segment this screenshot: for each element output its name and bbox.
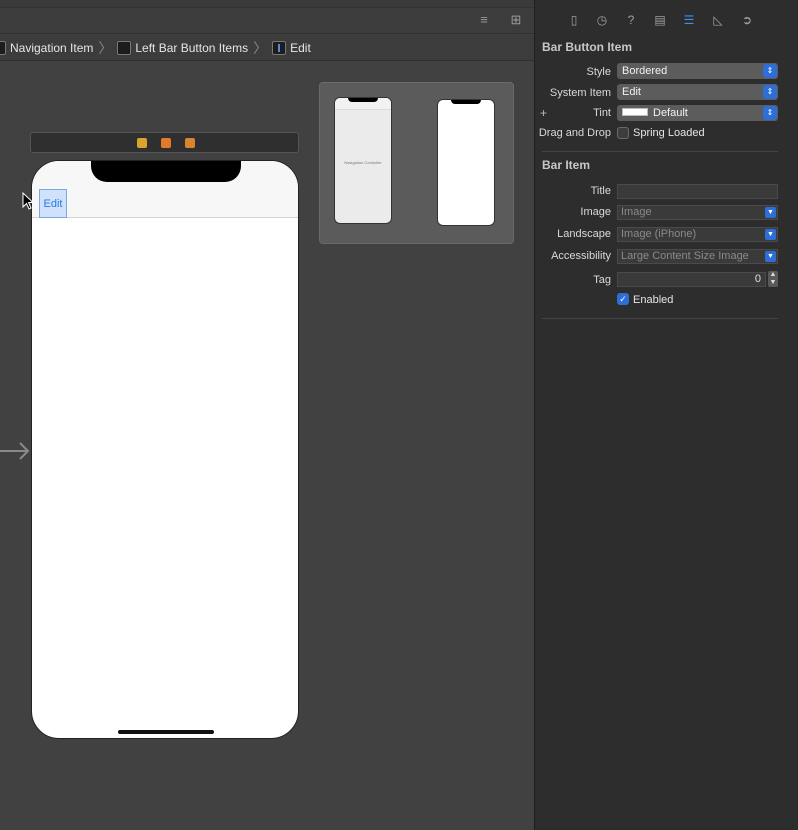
- breadcrumb-separator: 〉: [253, 39, 268, 56]
- exit-icon[interactable]: [185, 138, 195, 148]
- chevron-updown-icon: ⇕: [763, 85, 777, 99]
- title-field[interactable]: [617, 184, 778, 199]
- drag-drop-label: Drag and Drop: [538, 127, 611, 139]
- minimap-notch: [451, 100, 481, 104]
- system-item-label: System Item: [549, 87, 611, 99]
- file-icon[interactable]: ▯: [566, 12, 582, 28]
- breadcrumb-label: Left Bar Button Items: [135, 40, 249, 55]
- attributes-icon[interactable]: ☰: [681, 12, 697, 28]
- section-divider: [542, 318, 778, 319]
- chevron-updown-icon: ⇕: [763, 64, 777, 78]
- spring-loaded-label: Spring Loaded: [633, 127, 705, 139]
- enabled-label: Enabled: [633, 294, 674, 306]
- scene-icon: [0, 40, 6, 55]
- editor-toolbar: ≡ ⊞: [0, 8, 534, 34]
- enabled-checkbox[interactable]: ✓: [617, 293, 629, 305]
- chevron-down-icon: ▼: [765, 229, 776, 240]
- accessibility-combo[interactable]: Large Content Size Image ▼: [617, 249, 778, 264]
- add-variation-icon[interactable]: +: [540, 106, 547, 120]
- scene-dock: [30, 132, 299, 153]
- breadcrumb-label: Navigation Item: [10, 40, 94, 55]
- tint-value: Default: [653, 107, 688, 119]
- jump-bar: Navigation Item 〉 Left Bar Button Items …: [0, 35, 534, 61]
- initial-scene-arrow-icon: [0, 442, 30, 460]
- help-icon[interactable]: ?: [623, 12, 639, 28]
- section-divider: [542, 151, 778, 152]
- minimap-notch: [348, 98, 378, 102]
- accessibility-label: Accessibility: [551, 250, 611, 262]
- accessibility-placeholder: Large Content Size Image: [621, 250, 749, 262]
- style-value: Bordered: [622, 65, 668, 77]
- attributes-inspector: ▯ ◷ ? ▤ ☰ ◺ ➲ Bar Button Item Style Bord…: [534, 0, 798, 830]
- title-label: Title: [590, 185, 611, 197]
- breadcrumb-left-bar-button-items[interactable]: Left Bar Button Items: [117, 40, 249, 55]
- bar-button-icon: [272, 40, 287, 55]
- minimap-navigation-controller[interactable]: Navigation Controller: [334, 97, 392, 224]
- chevron-updown-icon: ⇕: [763, 106, 777, 120]
- top-strip: [0, 0, 534, 8]
- spring-loaded-checkbox[interactable]: [617, 127, 629, 139]
- identity-icon[interactable]: ▤: [652, 12, 668, 28]
- storyboard-canvas[interactable]: ≡ ⊞ Navigation Item 〉 Left Bar Button It…: [0, 0, 534, 830]
- image-label: Image: [580, 206, 611, 218]
- chevron-down-icon: ▼: [765, 251, 776, 262]
- tint-label: Tint: [593, 107, 611, 119]
- tint-popup[interactable]: Default ⇕: [617, 105, 778, 121]
- view-controller-icon[interactable]: [137, 138, 147, 148]
- xcode-window: ≡ ⊞ Navigation Item 〉 Left Bar Button It…: [0, 0, 798, 830]
- add-editor-icon[interactable]: ⊞: [507, 13, 525, 27]
- inspector-tabs: ▯ ◷ ? ▤ ☰ ◺ ➲: [535, 0, 798, 36]
- tag-stepper[interactable]: ▲ ▼: [768, 271, 778, 287]
- tag-label: Tag: [593, 274, 611, 286]
- history-icon[interactable]: ◷: [594, 12, 610, 28]
- first-responder-icon[interactable]: [161, 138, 171, 148]
- landscape-combo[interactable]: Image (iPhone) ▼: [617, 227, 778, 242]
- iphone-scene[interactable]: Edit: [31, 160, 299, 739]
- chevron-down-icon: ▼: [765, 207, 776, 218]
- edit-bar-button[interactable]: Edit: [39, 189, 67, 218]
- image-placeholder: Image: [621, 206, 652, 218]
- list-icon: [117, 40, 132, 55]
- breadcrumb-navigation-item[interactable]: Navigation Item: [0, 40, 94, 55]
- system-item-popup[interactable]: Edit ⇕: [617, 84, 778, 100]
- section-bar-item: Bar Item: [542, 158, 591, 172]
- editor-options-icon[interactable]: ≡: [475, 13, 493, 27]
- minimap-label: Navigation Controller: [344, 160, 382, 165]
- size-icon[interactable]: ◺: [710, 12, 726, 28]
- minimap-view-controller[interactable]: [437, 99, 495, 226]
- breadcrumb-separator: 〉: [98, 39, 113, 56]
- landscape-label: Landscape: [557, 228, 611, 240]
- image-combo[interactable]: Image ▼: [617, 205, 778, 220]
- connections-icon[interactable]: ➲: [739, 12, 755, 28]
- storyboard-minimap[interactable]: Navigation Controller: [319, 82, 514, 244]
- home-indicator: [118, 730, 214, 734]
- breadcrumb-label: Edit: [290, 40, 311, 55]
- style-popup[interactable]: Bordered ⇕: [617, 63, 778, 79]
- breadcrumb-edit[interactable]: Edit: [272, 40, 311, 55]
- color-swatch-icon: [622, 108, 648, 117]
- landscape-placeholder: Image (iPhone): [621, 228, 697, 240]
- system-item-value: Edit: [622, 86, 641, 98]
- section-bar-button-item: Bar Button Item: [542, 40, 632, 54]
- mouse-cursor-icon: [22, 192, 34, 210]
- tag-field[interactable]: 0: [617, 272, 766, 287]
- device-notch: [91, 161, 241, 182]
- style-label: Style: [586, 66, 611, 78]
